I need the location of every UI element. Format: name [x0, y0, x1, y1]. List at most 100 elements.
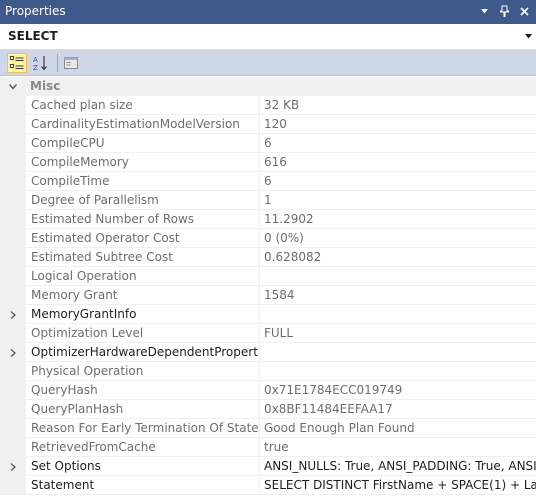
window-titlebar: Properties: [0, 0, 536, 24]
property-value[interactable]: 0x8BF11484EEFAA17: [260, 400, 536, 419]
property-row[interactable]: Cached plan size 32 KB: [0, 96, 536, 115]
property-row[interactable]: Degree of Parallelism 1: [0, 191, 536, 210]
row-gutter: [0, 96, 26, 115]
property-value[interactable]: 11.2902: [260, 210, 536, 229]
property-value[interactable]: 0 (0%): [260, 229, 536, 248]
row-gutter: [0, 134, 26, 153]
row-gutter: [0, 438, 26, 457]
property-name[interactable]: CardinalityEstimationModelVersion: [26, 115, 260, 134]
expand-icon[interactable]: [0, 343, 26, 362]
property-pages-icon: [64, 57, 78, 69]
property-grid: Misc Cached plan size 32 KB CardinalityEst…: [0, 77, 536, 496]
close-icon[interactable]: [516, 2, 532, 20]
row-gutter: [0, 248, 26, 267]
property-row[interactable]: Physical Operation: [0, 362, 536, 381]
row-gutter: [0, 419, 26, 438]
property-value[interactable]: 6: [260, 172, 536, 191]
pin-icon[interactable]: [496, 2, 512, 20]
property-row[interactable]: Memory Grant 1584: [0, 286, 536, 305]
row-gutter: [0, 476, 26, 495]
expand-icon[interactable]: [0, 305, 26, 324]
property-value[interactable]: Good Enough Plan Found: [260, 419, 536, 438]
row-gutter: [0, 362, 26, 381]
property-row[interactable]: Statement SELECT DISTINCT FirstName + SPA…: [0, 476, 536, 495]
property-value[interactable]: 1584: [260, 286, 536, 305]
property-pages-button[interactable]: [61, 53, 81, 73]
categorized-button[interactable]: [7, 53, 27, 73]
property-value[interactable]: [260, 267, 536, 286]
property-row[interactable]: Reason For Early Termination Of Statemen…: [0, 419, 536, 438]
row-gutter: [0, 381, 26, 400]
property-name[interactable]: Reason For Early Termination Of Statemen…: [26, 419, 260, 438]
row-gutter: [0, 153, 26, 172]
property-name[interactable]: RetrievedFromCache: [26, 438, 260, 457]
categorized-icon: [10, 56, 24, 69]
property-row[interactable]: Estimated Subtree Cost 0.628082: [0, 248, 536, 267]
sort-alphabetical-icon: A Z: [33, 56, 47, 71]
svg-text:Z: Z: [33, 64, 38, 71]
property-row[interactable]: QueryHash 0x71E1784ECC019749: [0, 381, 536, 400]
property-row[interactable]: RetrievedFromCache true: [0, 438, 536, 457]
property-name[interactable]: Set Options: [26, 457, 260, 476]
category-label: Misc: [30, 79, 61, 93]
property-row[interactable]: OptimizerHardwareDependentProperties: [0, 343, 536, 362]
property-name[interactable]: QueryPlanHash: [26, 400, 260, 419]
property-value[interactable]: 616: [260, 153, 536, 172]
property-name[interactable]: MemoryGrantInfo: [26, 305, 260, 324]
window-position-dropdown-icon[interactable]: [476, 2, 492, 20]
property-value[interactable]: [260, 305, 536, 324]
property-row[interactable]: MemoryGrantInfo: [0, 305, 536, 324]
property-name[interactable]: Optimization Level: [26, 324, 260, 343]
property-value[interactable]: [260, 362, 536, 381]
chevron-down-icon[interactable]: [522, 28, 534, 44]
property-row[interactable]: Optimization Level FULL: [0, 324, 536, 343]
property-row[interactable]: Logical Operation: [0, 267, 536, 286]
window-title: Properties: [5, 4, 66, 18]
property-row[interactable]: CompileTime 6: [0, 172, 536, 191]
property-name[interactable]: Memory Grant: [26, 286, 260, 305]
property-row[interactable]: Set Options ANSI_NULLS: True, ANSI_PADDIN…: [0, 457, 536, 476]
property-value[interactable]: 0x71E1784ECC019749: [260, 381, 536, 400]
property-row[interactable]: Estimated Number of Rows 11.2902: [0, 210, 536, 229]
collapse-icon[interactable]: [0, 77, 26, 96]
property-name[interactable]: CompileMemory: [26, 153, 260, 172]
row-gutter: [0, 229, 26, 248]
property-value[interactable]: SELECT DISTINCT FirstName + SPACE(1) + L…: [260, 476, 536, 495]
expand-icon[interactable]: [0, 457, 26, 476]
property-value[interactable]: 120: [260, 115, 536, 134]
property-value[interactable]: 0.628082: [260, 248, 536, 267]
property-name[interactable]: Logical Operation: [26, 267, 260, 286]
property-name[interactable]: CompileCPU: [26, 134, 260, 153]
property-name[interactable]: Estimated Subtree Cost: [26, 248, 260, 267]
properties-toolbar: A Z: [0, 50, 536, 76]
alphabetical-button[interactable]: A Z: [31, 53, 51, 73]
object-selector[interactable]: SELECT: [0, 24, 536, 50]
property-name[interactable]: Statement: [26, 476, 260, 495]
property-value[interactable]: ANSI_NULLS: True, ANSI_PADDING: True, AN…: [260, 457, 536, 476]
property-row[interactable]: CardinalityEstimationModelVersion 120: [0, 115, 536, 134]
row-gutter: [0, 286, 26, 305]
property-name[interactable]: Estimated Number of Rows: [26, 210, 260, 229]
property-value[interactable]: [260, 343, 536, 362]
row-gutter: [0, 400, 26, 419]
property-name[interactable]: Physical Operation: [26, 362, 260, 381]
property-name[interactable]: CompileTime: [26, 172, 260, 191]
property-row[interactable]: QueryPlanHash 0x8BF11484EEFAA17: [0, 400, 536, 419]
row-gutter: [0, 210, 26, 229]
property-name[interactable]: OptimizerHardwareDependentProperties: [26, 343, 260, 362]
property-value[interactable]: 1: [260, 191, 536, 210]
property-value[interactable]: true: [260, 438, 536, 457]
property-row[interactable]: CompileMemory 616: [0, 153, 536, 172]
property-value[interactable]: 6: [260, 134, 536, 153]
property-row[interactable]: Estimated Operator Cost 0 (0%): [0, 229, 536, 248]
property-name[interactable]: Cached plan size: [26, 96, 260, 115]
property-value[interactable]: FULL: [260, 324, 536, 343]
property-name[interactable]: Degree of Parallelism: [26, 191, 260, 210]
row-gutter: [0, 172, 26, 191]
property-value[interactable]: 32 KB: [260, 96, 536, 115]
category-row-misc[interactable]: Misc: [0, 77, 536, 96]
row-gutter: [0, 267, 26, 286]
property-name[interactable]: QueryHash: [26, 381, 260, 400]
property-row[interactable]: CompileCPU 6: [0, 134, 536, 153]
property-name[interactable]: Estimated Operator Cost: [26, 229, 260, 248]
